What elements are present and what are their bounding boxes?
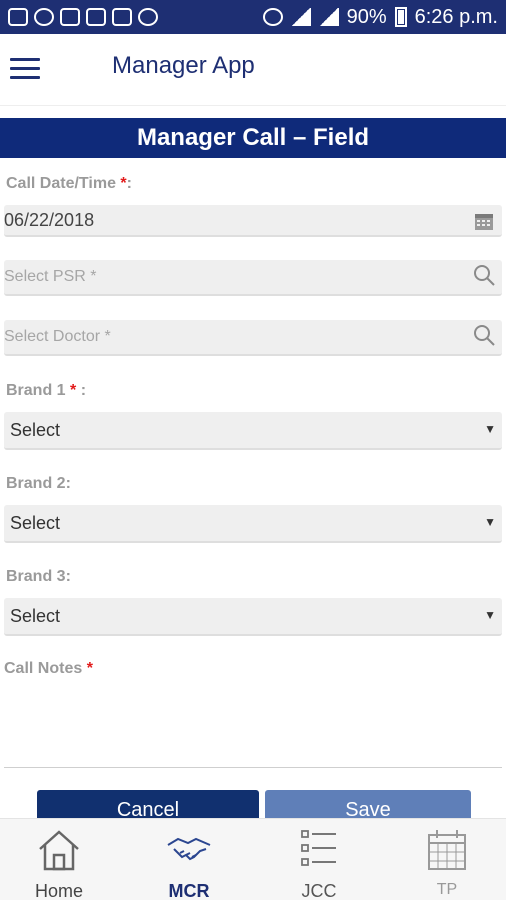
brand3-value: Select [10,606,61,626]
calendar-icon [428,830,466,870]
brand1-value: Select [10,420,61,440]
brand3-label: Brand 3: [6,568,71,585]
app-bar: Manager App [0,34,506,106]
brand3-select[interactable]: Select ▼ [4,598,502,636]
nav-home-label: Home [34,881,83,900]
call-notes-label-text: Call Notes [4,660,83,677]
search-icon[interactable] [472,323,496,347]
psr-placeholder: Select PSR * [4,268,97,285]
brand1-select[interactable]: Select ▼ [4,412,502,450]
whatsapp-icon-2 [138,8,158,26]
checklist-icon [301,830,336,866]
colon: : [126,175,132,192]
brand2-select[interactable]: Select ▼ [4,505,502,543]
home-icon [39,830,79,871]
brand2-value: Select [10,513,61,533]
signal-icon-2 [318,8,339,26]
handshake-icon [167,837,211,861]
mail-icon [60,8,80,26]
nav-tp-label: TP [436,881,458,898]
brand1-label: Brand 1 * : [6,382,86,400]
call-date-value: 06/22/2018 [4,210,95,230]
nav-jcc[interactable]: JCC [264,825,374,900]
app-title: Manager App [112,52,255,79]
app-icon [86,8,106,26]
nav-mcr[interactable]: MCR [134,825,244,900]
nav-tp[interactable]: TP [392,825,502,900]
required-mark: * [86,660,93,677]
bottom-nav: Home MCR JCC TP [0,818,506,900]
system-icons: 90% 6:26 p.m. [262,5,498,29]
signal-icon [290,8,311,26]
status-bar: 90% 6:26 p.m. [0,0,506,34]
doctor-placeholder: Select Doctor * [4,328,111,345]
call-date-field[interactable]: 06/22/2018 [4,205,502,237]
psr-search-field[interactable]: Select PSR * [4,260,502,296]
nav-mcr-label: MCR [168,881,210,900]
whatsapp-icon [34,8,54,26]
battery-percent: 90% [346,5,387,28]
search-icon[interactable] [472,263,496,287]
required-mark: * [70,382,77,399]
calendar-icon[interactable] [474,211,494,231]
call-notes-textarea[interactable] [4,688,502,768]
call-date-label-text: Call Date/Time [6,175,116,192]
brand1-label-text: Brand 1 [6,382,66,399]
nav-jcc-label: JCC [301,881,337,900]
gallery-icon [112,8,132,26]
page-title: Manager Call – Field [0,118,506,158]
colon: : [80,382,87,399]
clock: 6:26 p.m. [414,5,498,28]
menu-icon[interactable] [10,58,40,80]
brand2-label: Brand 2: [6,475,71,492]
dropdown-caret-icon: ▼ [484,422,496,436]
battery-icon [394,7,407,27]
alarm-icon [262,8,283,26]
notification-icons [8,8,158,26]
nav-home[interactable]: Home [4,825,114,900]
dropdown-caret-icon: ▼ [484,515,496,529]
doctor-search-field[interactable]: Select Doctor * [4,320,502,356]
call-notes-label: Call Notes * [4,660,93,678]
dropdown-caret-icon: ▼ [484,608,496,622]
call-date-label: Call Date/Time *: [6,175,132,193]
notification-icon [8,8,28,26]
